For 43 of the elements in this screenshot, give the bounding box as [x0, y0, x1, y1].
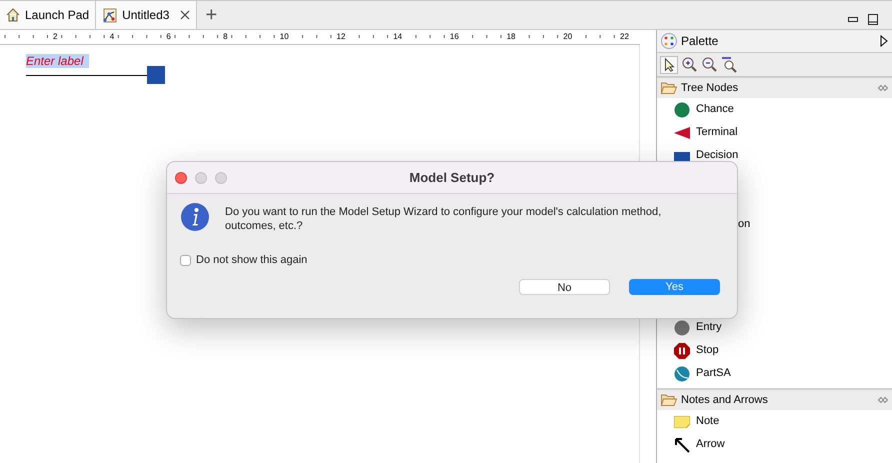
collapse-icon[interactable] [880, 35, 888, 47]
palette-item[interactable]: Terminal [657, 121, 892, 144]
new-tab-button[interactable]: + [197, 1, 226, 29]
section-header[interactable]: Notes and Arrows [657, 390, 892, 410]
dialog-message: Do you want to run the Model Setup Wizard to configure your model's calculation method, outcomes, etc.? [225, 205, 662, 233]
close-icon[interactable] [180, 10, 190, 20]
palette-item[interactable]: Stop [657, 339, 892, 362]
globe-icon [674, 366, 690, 382]
entry-icon [674, 320, 690, 336]
info-icon [180, 202, 210, 232]
expand-icon [878, 397, 888, 403]
palette-item[interactable]: on [738, 216, 750, 233]
minimize-icon[interactable] [848, 16, 858, 22]
diagram-icon [102, 8, 118, 22]
palette-item[interactable]: Chance [657, 98, 892, 121]
palette-item[interactable]: PartSA [657, 362, 892, 385]
maximize-icon[interactable] [868, 14, 878, 24]
editor-tab[interactable]: Untitled3 [96, 1, 198, 29]
stop-icon [674, 342, 690, 358]
circle-icon [674, 102, 690, 118]
editor-tab[interactable]: Launch Pad [0, 1, 96, 29]
no-button[interactable]: No [519, 278, 610, 294]
triangle-icon [674, 126, 690, 138]
arrow-icon [674, 436, 690, 452]
palette-item[interactable]: Entry [657, 316, 892, 339]
palette-title: Palette [681, 33, 720, 50]
folder-icon [661, 394, 677, 406]
note-icon [674, 416, 690, 428]
zoom-in-icon[interactable] [681, 56, 698, 73]
zoom-out-icon[interactable] [701, 56, 718, 73]
house-icon [6, 8, 20, 22]
palette-item[interactable]: Note [657, 410, 892, 433]
pointer-icon[interactable] [660, 56, 678, 74]
expand-icon [878, 85, 888, 91]
actual-size-icon[interactable] [721, 56, 738, 73]
palette-item[interactable]: Arrow [657, 433, 892, 456]
dialog-title: Model Setup? [408, 168, 496, 187]
section-header[interactable]: Tree Nodes [657, 78, 892, 98]
dont-show-checkbox[interactable]: Do not show this again [180, 252, 308, 268]
folder-icon [661, 82, 677, 94]
close-button[interactable] [175, 172, 187, 184]
palette-icon [661, 33, 677, 49]
decision-node[interactable] [147, 66, 165, 84]
